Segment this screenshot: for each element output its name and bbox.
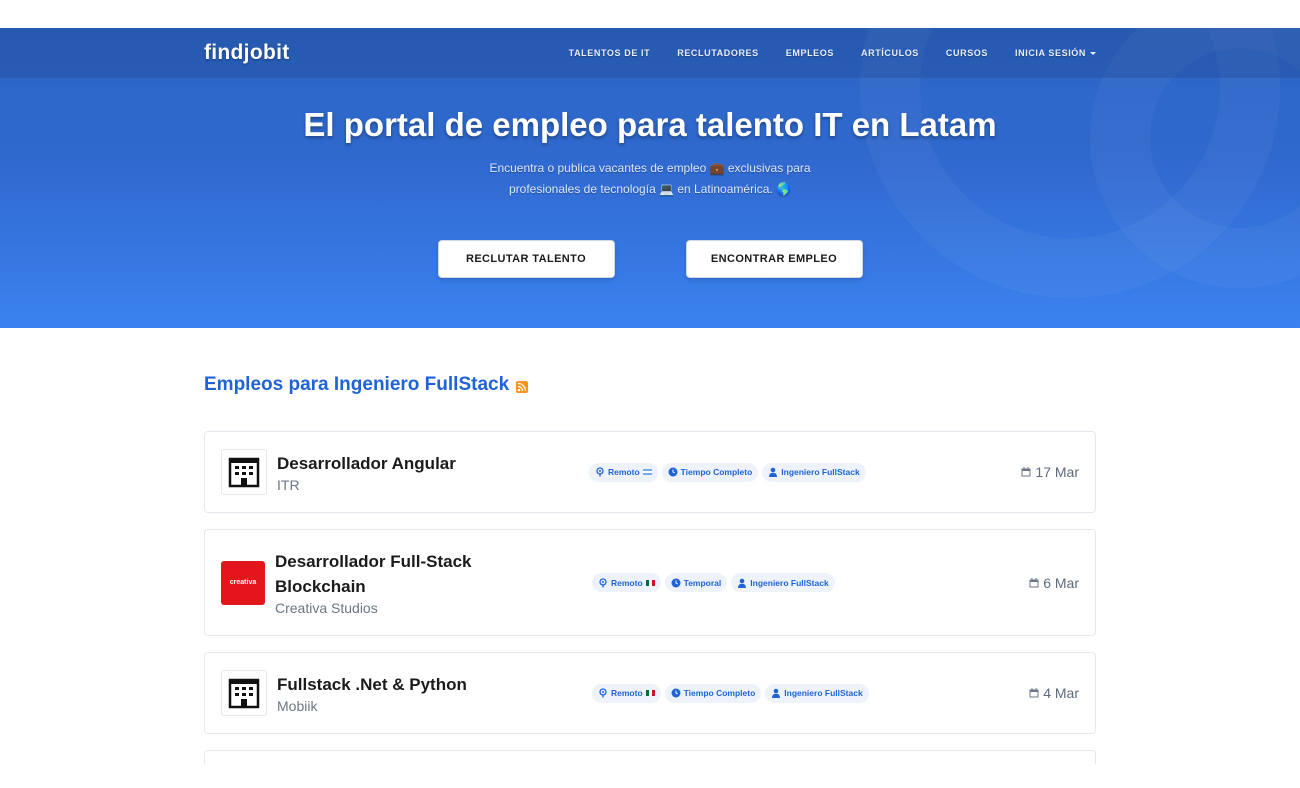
company-logo-creativa: creativa [221,560,265,605]
job-tags: Remoto Temporal Ingeniero FullStack [592,573,835,592]
location-tag: Remoto [592,573,661,592]
argentina-flag-icon [642,469,652,475]
job-title[interactable]: Fullstack .Net & Python [277,672,577,697]
hero-subtitle-line-1: Encuentra o publica vacantes de empleo 💼… [489,161,811,175]
company-logo [221,449,267,495]
nav-links: TALENTOS DE IT RECLUTADORES EMPLEOS ARTÍ… [542,48,1096,58]
nav-link-empleos[interactable]: EMPLEOS [786,48,834,58]
job-card[interactable]: creativa Desarrollador Full-Stack Blockc… [204,529,1096,636]
job-tags: Remoto Tiempo Completo Ingeniero FullSta… [589,462,866,482]
location-text: Remoto [611,577,643,588]
top-strip [0,0,1300,28]
hero-title: El portal de empleo para talento IT en L… [303,106,997,143]
role-text: Ingeniero FullStack [784,688,863,698]
login-label: INICIA SESIÓN [1015,48,1086,58]
hero-subtitle-line-2: profesionales de tecnología 💻 en Latinoa… [508,182,792,196]
clock-icon [668,467,678,477]
location-pin-icon [599,577,607,587]
nav-link-talentos[interactable]: TALENTOS DE IT [569,48,651,58]
hero-subtitle: Encuentra o publica vacantes de empleo 💼… [470,158,830,200]
find-job-button[interactable]: ENCONTRAR EMPLEO [685,240,863,278]
user-icon [772,688,781,698]
rss-icon[interactable] [516,381,529,393]
hero-buttons: RECLUTAR TALENTO ENCONTRAR EMPLEO [0,240,1300,278]
navbar: findjobit TALENTOS DE IT RECLUTADORES EM… [0,28,1300,78]
section-title: Empleos para Ingeniero FullStack [204,374,1096,396]
employment-type-tag: Tiempo Completo [664,683,762,703]
location-text: Remoto [608,467,640,477]
job-info: Fullstack .Net & Python Mobiik [277,672,577,714]
location-tag: Remoto [589,462,658,482]
job-date: 4 Mar [1029,685,1079,701]
user-icon [769,467,778,477]
role-text: Ingeniero FullStack [750,577,829,588]
company-name: Mobiik [277,698,318,714]
building-icon [228,678,260,709]
role-tag: Ingeniero FullStack [762,462,866,482]
location-tag: Remoto [592,683,661,703]
employment-type-tag: Temporal [664,573,728,592]
job-date: 17 Mar [1021,464,1079,480]
location-pin-icon [596,467,604,477]
job-title[interactable]: Desarrollador Angular [277,451,577,476]
job-date-text: 6 Mar [1043,574,1079,591]
nav-link-reclutadores[interactable]: RECLUTADORES [677,48,759,58]
role-text: Ingeniero FullStack [781,467,860,477]
nav-link-articulos[interactable]: ARTÍCULOS [861,48,919,58]
company-logo [221,670,267,716]
job-info: Desarrollador Full-Stack Blockchain Crea… [275,549,575,616]
recruit-talent-button[interactable]: RECLUTAR TALENTO [437,240,615,278]
role-tag: Ingeniero FullStack [731,573,835,592]
calendar-icon [1029,688,1039,698]
clock-icon [671,578,681,587]
company-logo-text: creativa [229,579,257,586]
job-date-text: 17 Mar [1035,464,1079,480]
job-info: Desarrollador Angular ITR [277,451,577,493]
site-logo[interactable]: findjobit [204,41,290,65]
company-name: ITR [277,477,300,493]
role-tag: Ingeniero FullStack [765,683,869,703]
building-icon [228,457,260,488]
job-tags: Remoto Tiempo Completo Ingeniero FullSta… [592,683,869,703]
location-text: Remoto [611,688,643,698]
calendar-icon [1029,577,1039,587]
job-card[interactable]: Desarrollador Angular ITR Remoto Tiempo … [204,431,1096,513]
mexico-flag-icon [645,579,655,586]
login-dropdown[interactable]: INICIA SESIÓN [1015,48,1096,58]
employment-type-text: Tiempo Completo [680,467,753,477]
job-title[interactable]: Desarrollador Full-Stack Blockchain [275,549,505,599]
employment-type-text: Tiempo Completo [683,688,756,698]
section-title-text: Empleos para Ingeniero FullStack [204,374,510,395]
nav-link-cursos[interactable]: CURSOS [946,48,988,58]
employment-type-tag: Tiempo Completo [661,462,759,482]
caret-down-icon [1090,52,1096,56]
employment-type-text: Temporal [683,577,722,588]
job-card[interactable]: Fullstack .Net & Python Mobiik Remoto Ti… [204,652,1096,734]
hero-banner: findjobit TALENTOS DE IT RECLUTADORES EM… [0,28,1300,328]
clock-icon [671,688,681,698]
job-card-partial[interactable] [204,750,1096,764]
mexico-flag-icon [645,690,655,696]
user-icon [738,578,747,588]
job-list: Desarrollador Angular ITR Remoto Tiempo … [204,431,1096,764]
job-date: 6 Mar [1029,575,1079,591]
main-content: Empleos para Ingeniero FullStack Desarro… [204,374,1096,764]
job-date-text: 4 Mar [1043,685,1079,701]
calendar-icon [1021,467,1031,477]
location-pin-icon [599,688,607,698]
company-name: Creativa Studios [275,600,378,616]
